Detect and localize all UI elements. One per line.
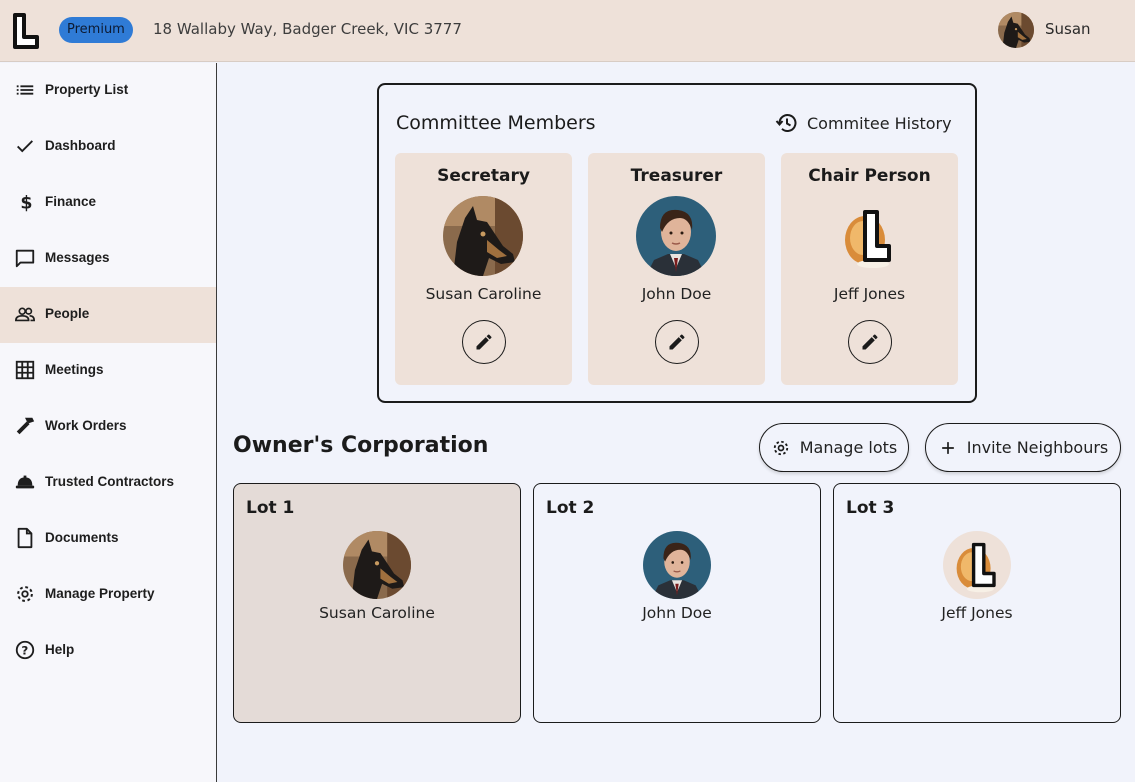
invite-neighbours-button[interactable]: Invite Neighbours — [925, 423, 1121, 472]
top-header: Premium 18 Wallaby Way, Badger Creek, VI… — [0, 0, 1135, 62]
list-icon — [16, 85, 34, 95]
committee-title: Committee Members — [396, 112, 596, 134]
manage-lots-button[interactable]: Manage lots — [759, 423, 909, 472]
member-card-treasurer: Treasurer John Doe — [588, 153, 765, 385]
sidebar-item-label: People — [45, 306, 90, 321]
committee-history-label: Commitee History — [807, 113, 952, 133]
grid-icon — [15, 360, 35, 380]
lot-card-3[interactable]: Lot 3 Jeff Jones — [833, 483, 1121, 723]
svg-text:$: $ — [20, 193, 32, 213]
owners-corporation-title: Owner's Corporation — [233, 433, 489, 458]
sidebar-item-label: Finance — [45, 194, 97, 209]
document-icon — [17, 527, 33, 549]
lot-owner-avatar — [943, 531, 1011, 599]
sidebar-item-help[interactable]: ? Help — [0, 623, 216, 679]
sidebar-item-people[interactable]: People — [0, 287, 216, 343]
member-card-chair-person: Chair Person Jeff Jones — [781, 153, 958, 385]
sidebar-item-label: Dashboard — [45, 138, 116, 153]
committee-members-card: Committee Members Commitee History Secre… — [377, 83, 977, 403]
property-address[interactable]: 18 Wallaby Way, Badger Creek, VIC 3777 — [153, 20, 462, 38]
sidebar-item-label: Documents — [45, 530, 119, 545]
gear-icon — [773, 440, 788, 455]
sidebar-item-label: Meetings — [45, 362, 104, 377]
svg-text:?: ? — [21, 644, 28, 658]
member-role: Secretary — [437, 166, 530, 186]
plus-icon — [941, 441, 954, 454]
sidebar-item-label: Messages — [45, 250, 110, 265]
lot-card-2[interactable]: Lot 2 John Doe — [533, 483, 821, 723]
sidebar-item-label: Trusted Contractors — [45, 474, 175, 489]
lot-title: Lot 3 — [846, 498, 895, 518]
lot-card-1[interactable]: Lot 1 Susan Caroline — [233, 483, 521, 723]
edit-secretary-button[interactable] — [462, 320, 506, 364]
app-logo[interactable] — [12, 13, 40, 49]
member-name: Jeff Jones — [833, 285, 906, 303]
user-name[interactable]: Susan — [1045, 20, 1091, 38]
sidebar-item-finance[interactable]: $ Finance — [0, 175, 216, 231]
invite-neighbours-label: Invite Neighbours — [966, 438, 1109, 457]
member-name: Susan Caroline — [425, 285, 542, 303]
lot-title: Lot 2 — [546, 498, 595, 518]
history-icon — [775, 114, 797, 132]
dollar-icon: $ — [20, 193, 32, 213]
sidebar: Property List Dashboard $ Finance Messag… — [0, 63, 217, 782]
lot-owner-name: Susan Caroline — [319, 604, 435, 622]
lot-owner-name: John Doe — [642, 604, 712, 622]
sidebar-item-messages[interactable]: Messages — [0, 231, 216, 287]
pencil-icon — [474, 332, 494, 352]
sidebar-item-work-orders[interactable]: Work Orders — [0, 399, 216, 455]
sidebar-item-dashboard[interactable]: Dashboard — [0, 119, 216, 175]
premium-badge: Premium — [59, 17, 133, 43]
member-name: John Doe — [641, 285, 712, 303]
sidebar-item-documents[interactable]: Documents — [0, 511, 216, 567]
hammer-icon — [16, 417, 35, 435]
sidebar-item-label: Help — [45, 642, 75, 657]
lot-owner-name: Jeff Jones — [941, 604, 1013, 622]
sidebar-item-manage-property[interactable]: Manage Property — [0, 567, 216, 623]
sidebar-item-label: Property List — [45, 82, 129, 97]
sidebar-item-trusted-contractors[interactable]: Trusted Contractors — [0, 455, 216, 511]
committee-history-button[interactable]: Commitee History — [775, 110, 952, 136]
gear-icon — [17, 586, 33, 602]
pencil-icon — [860, 332, 880, 352]
member-role: Chair Person — [808, 166, 931, 186]
people-icon — [15, 307, 35, 322]
lot-owner-avatar — [343, 531, 411, 599]
sidebar-item-meetings[interactable]: Meetings — [0, 343, 216, 399]
check-icon — [17, 140, 33, 153]
help-icon: ? — [15, 640, 35, 660]
sidebar-item-property-list[interactable]: Property List — [0, 63, 216, 119]
edit-chair-person-button[interactable] — [848, 320, 892, 364]
sidebar-item-label: Manage Property — [45, 586, 155, 601]
member-role: Treasurer — [630, 166, 723, 186]
member-avatar — [829, 196, 909, 276]
manage-lots-label: Manage lots — [799, 438, 898, 457]
member-avatar — [636, 196, 716, 276]
member-avatar — [443, 196, 523, 276]
pencil-icon — [667, 332, 687, 352]
lot-title: Lot 1 — [246, 498, 295, 518]
lot-owner-avatar — [643, 531, 711, 599]
member-card-secretary: Secretary Susan Caroline — [395, 153, 572, 385]
edit-treasurer-button[interactable] — [655, 320, 699, 364]
sidebar-item-label: Work Orders — [45, 418, 127, 433]
hardhat-icon — [15, 475, 35, 489]
user-avatar[interactable] — [998, 12, 1034, 48]
message-icon — [15, 249, 35, 268]
